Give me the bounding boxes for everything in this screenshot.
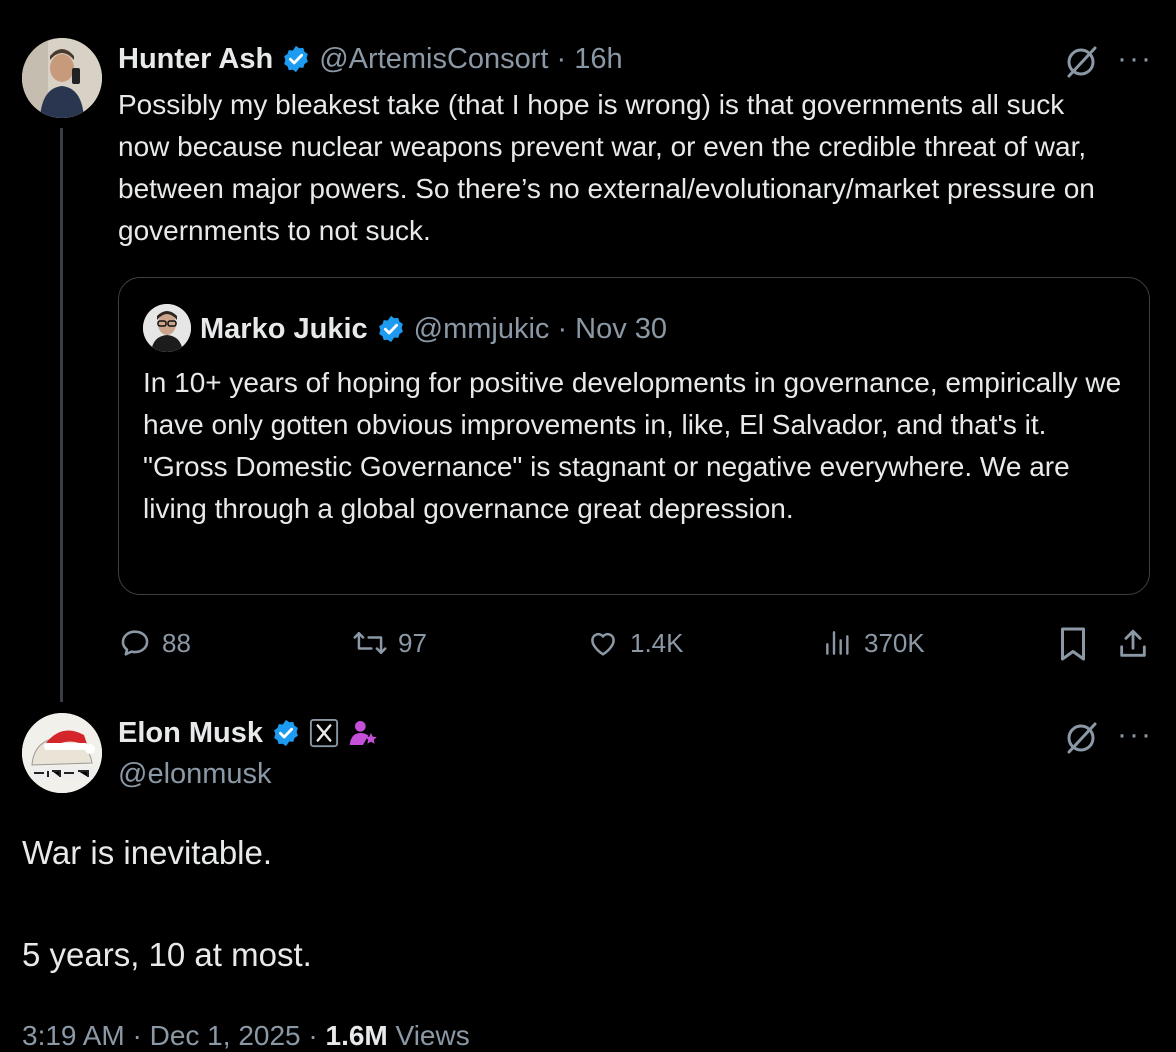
reply-text-line-1: War is inevitable. — [22, 834, 273, 871]
grok-icon[interactable] — [1063, 44, 1099, 80]
author-name[interactable]: Hunter Ash — [118, 43, 273, 76]
bookmark-icon[interactable] — [1058, 626, 1088, 662]
views-count: 370K — [864, 627, 925, 658]
heart-icon — [591, 632, 615, 656]
x-affiliation-badge-icon[interactable] — [309, 718, 339, 748]
views-label: Views — [387, 1020, 470, 1051]
reply-count: 88 — [162, 627, 191, 658]
verified-badge-icon — [378, 315, 403, 343]
like-count: 1.4K — [630, 627, 684, 658]
avatar-elon-musk[interactable] — [22, 713, 102, 793]
avatar-marko-jukic[interactable] — [143, 304, 191, 352]
views-bar-chart-icon — [826, 631, 849, 655]
reply-handle[interactable]: @elonmusk — [118, 758, 272, 791]
views-button[interactable]: 370K — [822, 626, 925, 660]
more-options-icon[interactable]: ··· — [1117, 42, 1153, 76]
grok-icon[interactable] — [1063, 720, 1099, 756]
quoted-author-name[interactable]: Marko Jukic — [200, 313, 368, 346]
reply-author-name[interactable]: Elon Musk — [118, 717, 263, 750]
like-button[interactable]: 1.4K — [586, 626, 684, 660]
tweet-timestamp-footer[interactable]: 3:19 AM · Dec 1, 2025 · 1.6M Views — [22, 1020, 470, 1052]
handle-and-time[interactable]: @ArtemisConsort · 16h — [319, 43, 622, 76]
verified-badge-icon — [284, 45, 309, 73]
tweet-text: Possibly my bleakest take (that I hope i… — [118, 89, 1095, 246]
reply-button[interactable]: 88 — [118, 626, 191, 660]
quoted-handle-and-time[interactable]: @mmjukic · Nov 30 — [414, 313, 667, 346]
avatar-hunter-ash[interactable] — [22, 38, 102, 118]
thread-connector-line — [60, 128, 63, 702]
share-icon[interactable] — [1116, 626, 1150, 662]
more-options-icon[interactable]: ··· — [1117, 718, 1153, 752]
person-star-badge-icon[interactable] — [347, 717, 379, 749]
repost-count: 97 — [398, 627, 427, 658]
reply-text-line-2: 5 years, 10 at most. — [22, 936, 312, 973]
quoted-tweet-text: In 10+ years of hoping for positive deve… — [143, 367, 1122, 524]
view-count: 1.6M — [325, 1020, 388, 1051]
timestamp: 3:19 AM · Dec 1, 2025 · — [22, 1020, 326, 1051]
verified-badge-icon — [274, 719, 298, 747]
repost-button[interactable]: 97 — [352, 626, 427, 660]
reply-icon — [121, 630, 149, 656]
repost-icon — [353, 632, 387, 654]
